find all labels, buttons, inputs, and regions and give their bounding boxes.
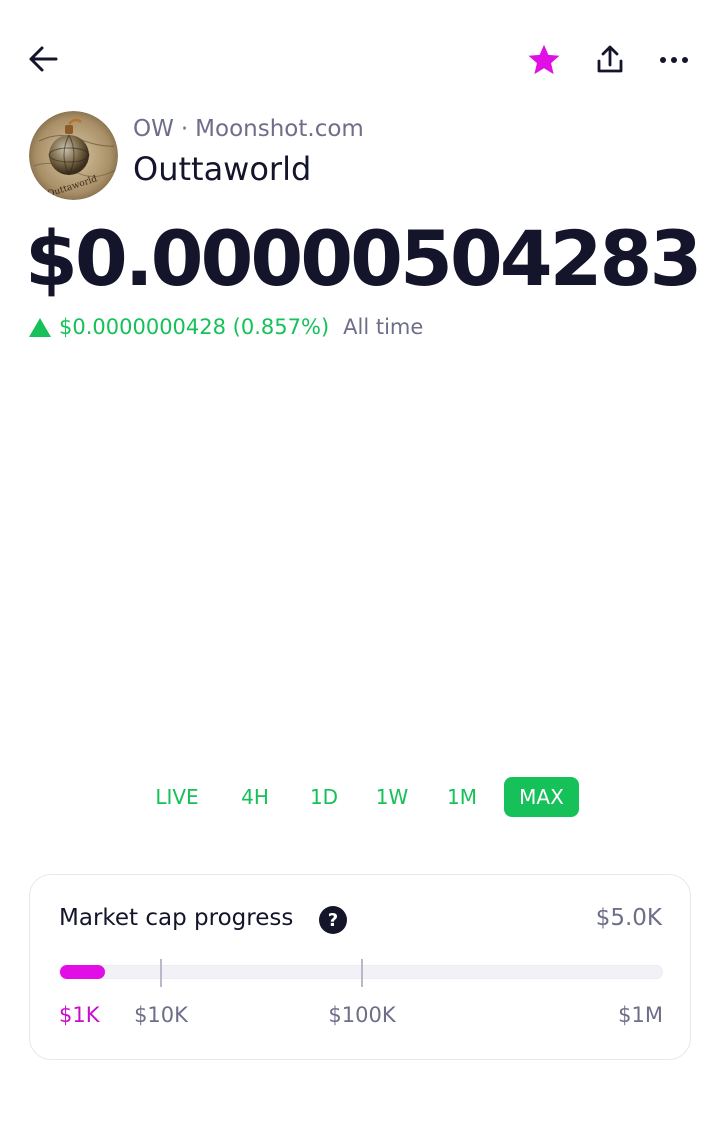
more-horizontal-icon (660, 57, 688, 63)
market-cap-card: Market cap progress ? $5.0K $1K $10K $10… (29, 874, 691, 1060)
token-avatar: Outtaworld (29, 111, 118, 200)
scale-tick (160, 959, 162, 987)
back-button[interactable] (26, 42, 60, 76)
more-button[interactable] (654, 40, 694, 80)
price-change-period: All time (343, 315, 424, 339)
scale-label-10k: $10K (134, 1003, 188, 1027)
market-cap-progress-fill (60, 965, 105, 979)
current-price: $0.00000504283 (25, 214, 702, 303)
price-change-value: $0.0000000428 (0.857%) (59, 315, 330, 339)
scale-label-1m: $1M (618, 1003, 663, 1027)
triangle-up-icon (29, 317, 51, 337)
meta-separator: · (180, 116, 189, 142)
tab-live[interactable]: LIVE (144, 777, 210, 817)
market-cap-progress-bar (59, 959, 663, 987)
tab-1m[interactable]: 1M (434, 777, 490, 817)
price-change-row: $0.0000000428 (0.857%) All time (29, 312, 423, 342)
scale-label-1k: $1K (59, 1003, 100, 1027)
favorite-button[interactable] (524, 40, 564, 80)
token-name: Outtaworld (133, 150, 312, 188)
question-circle-icon[interactable]: ? (319, 906, 347, 934)
scale-tick (361, 959, 363, 987)
tab-1w[interactable]: 1W (364, 777, 420, 817)
tab-max[interactable]: MAX (504, 777, 579, 817)
market-cap-title: Market cap progress (59, 905, 294, 931)
share-icon (597, 45, 623, 73)
arrow-left-icon (29, 46, 58, 72)
time-range-tabs: LIVE 4H 1D 1W 1M MAX (0, 777, 711, 817)
token-source: Moonshot.com (195, 116, 364, 142)
scale-label-100k: $100K (328, 1003, 396, 1027)
tab-1d[interactable]: 1D (297, 777, 351, 817)
tab-4h[interactable]: 4H (227, 777, 283, 817)
market-cap-value: $5.0K (595, 905, 662, 931)
token-symbol: OW (133, 116, 174, 142)
share-button[interactable] (590, 40, 630, 80)
top-bar (0, 36, 711, 80)
token-meta: OW · Moonshot.com (133, 116, 364, 142)
star-icon (528, 44, 560, 75)
